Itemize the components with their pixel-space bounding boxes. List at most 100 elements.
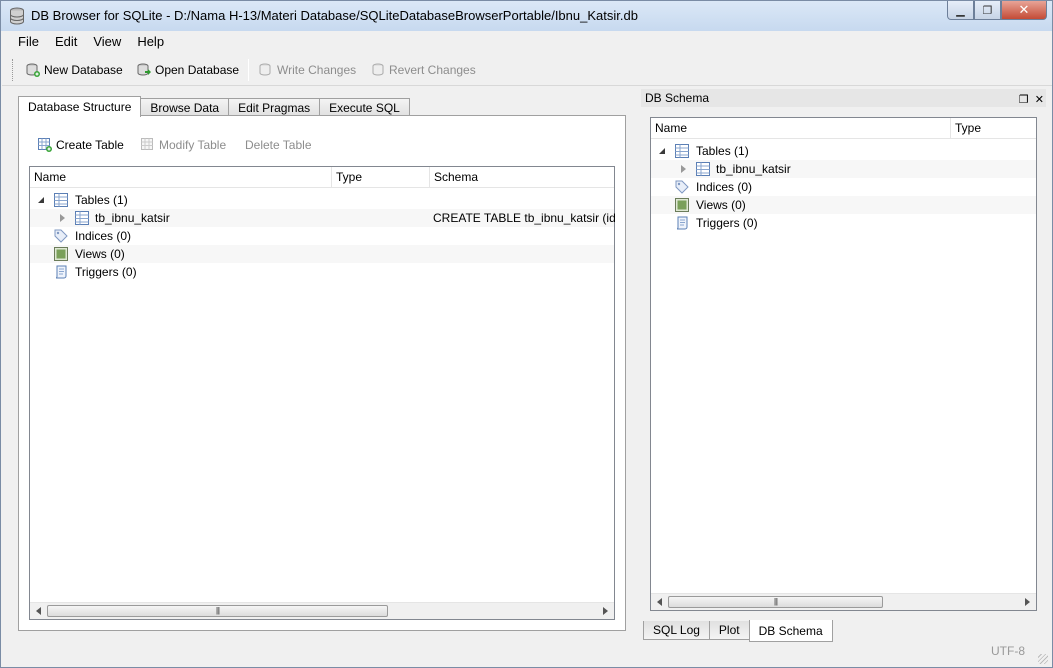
toolbar-grip[interactable] — [12, 59, 15, 81]
expand-arrow-icon[interactable] — [60, 214, 65, 222]
view-icon — [675, 198, 689, 212]
column-header-type[interactable]: Type — [332, 167, 430, 188]
scroll-right-icon[interactable] — [603, 607, 608, 615]
collapse-arrow-icon[interactable] — [659, 148, 665, 154]
tree-label-views: Views (0) — [75, 247, 125, 261]
create-table-button[interactable]: Create Table — [38, 136, 124, 154]
revert-changes-icon — [372, 63, 384, 76]
tree-label-triggers: Triggers (0) — [75, 265, 137, 279]
column-header-schema[interactable]: Schema — [430, 167, 616, 188]
resize-grip[interactable] — [1038, 654, 1048, 664]
dock-tabs: SQL Log Plot DB Schema — [643, 620, 833, 642]
expand-arrow-icon[interactable] — [681, 165, 686, 173]
menu-edit[interactable]: Edit — [47, 34, 85, 49]
tree-row-tb-ibnu-katsir[interactable]: tb_ibnu_katsir CREATE TABLE tb_ibnu_kats… — [30, 209, 616, 227]
index-icon — [675, 180, 689, 194]
main-tabs: Database Structure Browse Data Edit Prag… — [18, 96, 410, 117]
tree-row-triggers[interactable]: Triggers (0) — [30, 263, 614, 281]
write-changes-label: Write Changes — [277, 63, 357, 77]
minimize-icon: ▁ — [956, 4, 965, 17]
toolbar-separator — [248, 59, 249, 81]
scroll-thumb[interactable]: ||| — [47, 605, 388, 617]
index-icon — [54, 229, 68, 243]
tree-schema-tb-ibnu-katsir: CREATE TABLE tb_ibnu_katsir (id IN — [433, 211, 616, 225]
restore-icon: ❐ — [982, 4, 993, 17]
scroll-right-icon[interactable] — [1025, 598, 1030, 606]
dock-title: DB Schema ❐ ✕ — [641, 89, 1046, 107]
tree-row-tables[interactable]: Tables (1) — [30, 191, 614, 209]
schema-column-header-name[interactable]: Name — [651, 118, 951, 139]
trigger-icon — [676, 216, 688, 230]
tree-label-indices: Indices (0) — [75, 229, 132, 243]
schema-row-indices[interactable]: Indices (0) — [651, 178, 1036, 196]
new-database-icon — [26, 63, 40, 77]
column-header-name[interactable]: Name — [30, 167, 332, 188]
menu-help[interactable]: Help — [129, 34, 172, 49]
tab-sql-log[interactable]: SQL Log — [643, 621, 710, 640]
schema-row-triggers[interactable]: Triggers (0) — [651, 214, 1036, 232]
schema-tree-header: Name Type — [651, 118, 1036, 139]
modify-table-label: Modify Table — [159, 138, 227, 152]
float-dock-icon[interactable]: ❐ — [1019, 91, 1029, 109]
encoding-status: UTF-8 — [991, 644, 1025, 658]
dock-title-label: DB Schema — [645, 91, 710, 105]
tree-row-views[interactable]: Views (0) — [30, 245, 614, 263]
main-toolbar: New Database Open Database Write Changes… — [2, 53, 1052, 86]
new-database-button[interactable]: New Database — [26, 61, 123, 79]
write-changes-button[interactable]: Write Changes — [259, 61, 356, 79]
tab-browse-data[interactable]: Browse Data — [140, 98, 230, 116]
maximize-button[interactable]: ❐ — [974, 1, 1001, 20]
tab-database-structure[interactable]: Database Structure — [18, 96, 142, 117]
close-dock-icon[interactable]: ✕ — [1035, 91, 1044, 109]
schema-row-tables[interactable]: Tables (1) — [651, 142, 1036, 160]
minimize-button[interactable]: ▁ — [947, 1, 974, 20]
schema-row-tb-ibnu-katsir[interactable]: tb_ibnu_katsir — [651, 160, 1036, 178]
db-schema-dock: DB Schema ❐ ✕ Name Type Tables (1) tb_ib… — [641, 89, 1046, 615]
menu-bar: File Edit View Help — [2, 31, 1052, 52]
close-button[interactable]: ✕ — [1001, 1, 1047, 20]
schema-label-triggers: Triggers (0) — [696, 216, 758, 230]
scroll-left-icon[interactable] — [657, 598, 662, 606]
schema-horizontal-scrollbar[interactable]: ||| — [651, 593, 1036, 610]
database-structure-panel: Create Table Modify Table Delete Table N… — [18, 115, 626, 631]
revert-changes-button[interactable]: Revert Changes — [371, 61, 476, 79]
scroll-thumb[interactable]: ||| — [668, 596, 883, 608]
scroll-left-icon[interactable] — [36, 607, 41, 615]
tab-plot[interactable]: Plot — [708, 621, 750, 640]
table-icon — [75, 211, 89, 225]
title-bar: DB Browser for SQLite - D:/Nama H-13/Mat… — [1, 1, 1052, 31]
menu-file[interactable]: File — [10, 34, 47, 49]
trigger-icon — [55, 265, 67, 279]
app-window: DB Browser for SQLite - D:/Nama H-13/Mat… — [0, 0, 1053, 668]
tab-edit-pragmas[interactable]: Edit Pragmas — [228, 98, 321, 116]
structure-horizontal-scrollbar[interactable]: ||| — [30, 602, 614, 619]
table-icon — [696, 162, 710, 176]
menu-view[interactable]: View — [85, 34, 129, 49]
tab-execute-sql[interactable]: Execute SQL — [319, 98, 410, 116]
structure-tree[interactable]: Name Type Schema Tables (1) tb_ibnu_kats… — [29, 166, 616, 620]
tab-db-schema[interactable]: DB Schema — [748, 620, 833, 642]
create-table-icon — [38, 138, 52, 152]
schema-label-tables: Tables (1) — [696, 144, 749, 158]
schema-label-indices: Indices (0) — [696, 180, 753, 194]
new-database-label: New Database — [44, 63, 123, 77]
revert-changes-label: Revert Changes — [389, 63, 476, 77]
close-icon: ✕ — [1018, 2, 1030, 17]
tree-label-tb-ibnu-katsir: tb_ibnu_katsir — [95, 211, 170, 225]
tree-label-tables: Tables (1) — [75, 193, 128, 207]
schema-label-tb-ibnu-katsir: tb_ibnu_katsir — [716, 162, 791, 176]
open-database-icon — [137, 63, 151, 76]
tree-row-indices[interactable]: Indices (0) — [30, 227, 614, 245]
open-database-label: Open Database — [155, 63, 240, 77]
collapse-arrow-icon[interactable] — [38, 197, 44, 203]
write-changes-icon — [259, 63, 271, 76]
open-database-button[interactable]: Open Database — [137, 61, 239, 79]
table-icon — [675, 144, 689, 158]
schema-row-views[interactable]: Views (0) — [651, 196, 1036, 214]
delete-table-button[interactable]: Delete Table — [245, 136, 312, 154]
view-icon — [54, 247, 68, 261]
schema-column-header-type[interactable]: Type — [951, 118, 1038, 139]
schema-label-views: Views (0) — [696, 198, 746, 212]
modify-table-button[interactable]: Modify Table — [141, 136, 226, 154]
schema-tree[interactable]: Name Type Tables (1) tb_ibnu_katsir Indi… — [650, 117, 1037, 611]
